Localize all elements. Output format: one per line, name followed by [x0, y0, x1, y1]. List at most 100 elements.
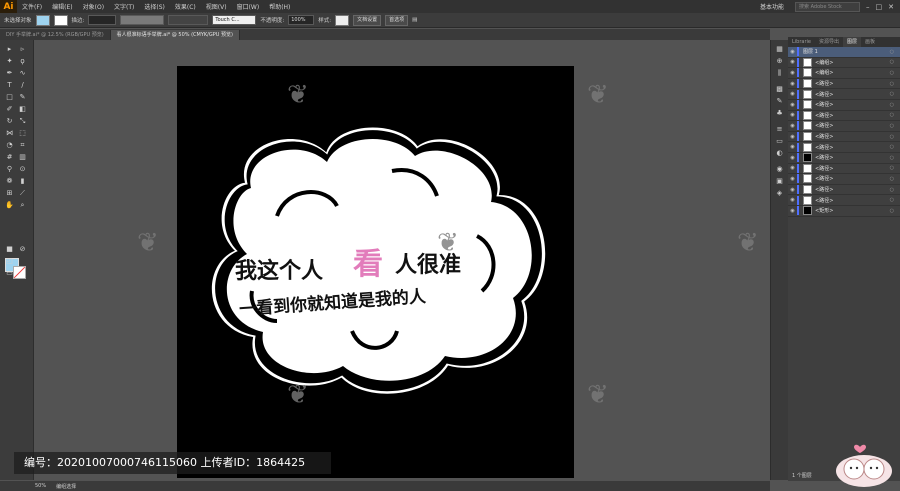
layer-row[interactable]: ◉ <路径> ○	[788, 195, 900, 206]
stroke-weight-field[interactable]	[88, 15, 117, 25]
variable-width-field[interactable]	[120, 15, 165, 25]
visibility-eye-icon[interactable]: ◉	[788, 102, 797, 108]
layer-row[interactable]: ◉ <编组> ○	[788, 57, 900, 69]
zoom-tool-icon[interactable]: ⌕	[17, 200, 28, 210]
rotate-tool-icon[interactable]: ↻	[4, 116, 15, 126]
appearance-icon[interactable]: ◉	[774, 164, 785, 174]
target-icon[interactable]: ○	[890, 102, 894, 108]
swatches-icon[interactable]: ▩	[774, 84, 785, 94]
magic-wand-icon[interactable]: ✦	[4, 56, 15, 66]
scale-tool-icon[interactable]: ⤡	[17, 116, 28, 126]
eyedropper-icon[interactable]: ⚲	[4, 164, 15, 174]
target-icon[interactable]: ○	[890, 187, 894, 193]
width-tool-icon[interactable]: ⋈	[4, 128, 15, 138]
menu-object[interactable]: 对象(O)	[78, 2, 109, 11]
menu-view[interactable]: 视图(V)	[201, 2, 232, 11]
close-icon[interactable]: ✕	[888, 3, 894, 11]
mesh-tool-icon[interactable]: #	[4, 152, 15, 162]
eraser-icon[interactable]: ◧	[17, 104, 28, 114]
rectangle-tool-icon[interactable]: □	[4, 92, 15, 102]
tab-libraries[interactable]: Librarie	[788, 37, 815, 47]
tab-diy-sign[interactable]: DIY 手举牌.ai* @ 12.5% (RGB/GPU 预览)	[0, 30, 111, 40]
target-icon[interactable]: ○	[890, 144, 894, 150]
line-tool-icon[interactable]: /	[17, 80, 28, 90]
shape-builder-icon[interactable]: ◔	[4, 140, 15, 150]
screen-mode-icon[interactable]: ▭	[4, 268, 15, 278]
target-icon[interactable]: ○	[890, 81, 894, 87]
transparency-icon[interactable]: ◐	[774, 148, 785, 158]
document-setup-button[interactable]: 文档设置	[353, 14, 382, 26]
tab-layers[interactable]: 图层	[843, 37, 862, 47]
workspace-switcher[interactable]: 基本功能	[755, 2, 789, 11]
target-icon[interactable]: ○	[890, 112, 894, 118]
menu-help[interactable]: 帮助(H)	[264, 2, 295, 11]
layers-icon[interactable]: ◈	[774, 188, 785, 198]
visibility-eye-icon[interactable]: ◉	[788, 123, 797, 129]
tab-asset-export[interactable]: 资源导出	[815, 37, 843, 47]
target-icon[interactable]: ○	[890, 155, 894, 161]
layer-row[interactable]: ◉ <路径> ○	[788, 153, 900, 164]
direct-selection-tool-icon[interactable]: ▹	[17, 44, 28, 54]
layer-row[interactable]: ◉ <路径> ○	[788, 121, 900, 132]
gradient-icon[interactable]: ▭	[774, 136, 785, 146]
opacity-field[interactable]: 100%	[288, 15, 315, 25]
preferences-button[interactable]: 首选项	[385, 14, 409, 26]
graphic-style-swatch[interactable]	[335, 14, 350, 26]
paintbrush-icon[interactable]: ✎	[17, 92, 28, 102]
pen-tool-icon[interactable]: ✒	[4, 68, 15, 78]
minimize-icon[interactable]: –	[866, 3, 870, 11]
target-icon[interactable]: ○	[890, 165, 894, 171]
tab-artboards[interactable]: 画板	[861, 37, 879, 47]
visibility-eye-icon[interactable]: ◉	[788, 59, 797, 65]
target-icon[interactable]: ○	[890, 123, 894, 129]
transform-icon[interactable]: ⊕	[774, 56, 785, 66]
stroke-icon[interactable]: ≡	[774, 124, 785, 134]
stroke-color-swatch[interactable]	[53, 14, 68, 26]
layer-row[interactable]: ◉ <路径> ○	[788, 163, 900, 175]
visibility-eye-icon[interactable]: ◉	[788, 81, 797, 87]
layer-row[interactable]: ◉ <路径> ○	[788, 110, 900, 122]
layer-row[interactable]: ◉ <路径> ○	[788, 174, 900, 185]
visibility-eye-icon[interactable]: ◉	[788, 187, 797, 193]
layer-row[interactable]: ◉ <路径> ○	[788, 185, 900, 196]
layer-row[interactable]: ◉ <编组> ○	[788, 68, 900, 79]
layer-row[interactable]: ◉ <路径> ○	[788, 142, 900, 153]
arrange-icon[interactable]: ▤	[412, 17, 417, 23]
none-mode-icon[interactable]: ⊘	[17, 244, 28, 254]
artboard[interactable]: 我这个人 看 人很准 一看到你就知道是我的人	[177, 66, 574, 478]
layer-row[interactable]: ◉ <路径> ○	[788, 79, 900, 90]
color-mode-icon[interactable]: ■	[4, 244, 15, 254]
perspective-grid-icon[interactable]: ⌗	[17, 140, 28, 150]
slice-tool-icon[interactable]: ⟋	[17, 188, 28, 198]
menu-effect[interactable]: 效果(C)	[170, 2, 201, 11]
menu-file[interactable]: 文件(F)	[17, 2, 47, 11]
free-transform-icon[interactable]: ⬚	[17, 128, 28, 138]
symbols-icon[interactable]: ♣	[774, 108, 785, 118]
align-icon[interactable]: ⫼	[774, 68, 785, 78]
graphic-styles-icon[interactable]: ▣	[774, 176, 785, 186]
curvature-tool-icon[interactable]: ∿	[17, 68, 28, 78]
target-icon[interactable]: ○	[890, 49, 894, 55]
properties-icon[interactable]: ▦	[774, 44, 785, 54]
graph-tool-icon[interactable]: ▮	[17, 176, 28, 186]
visibility-eye-icon[interactable]: ◉	[788, 134, 797, 140]
gradient-tool-icon[interactable]: ▥	[17, 152, 28, 162]
visibility-eye-icon[interactable]: ◉	[788, 49, 797, 55]
visibility-eye-icon[interactable]: ◉	[788, 144, 797, 150]
draw-mode-icon[interactable]: ◰	[4, 256, 15, 266]
visibility-eye-icon[interactable]: ◉	[788, 208, 797, 214]
visibility-eye-icon[interactable]: ◉	[788, 112, 797, 118]
symbol-sprayer-icon[interactable]: ❁	[4, 176, 15, 186]
lasso-icon[interactable]: ϙ	[17, 56, 28, 66]
brush-field[interactable]	[168, 15, 209, 25]
menu-type[interactable]: 文字(T)	[109, 2, 139, 11]
maximize-icon[interactable]: □	[876, 3, 883, 11]
menu-window[interactable]: 窗口(W)	[232, 2, 265, 11]
visibility-eye-icon[interactable]: ◉	[788, 70, 797, 76]
stock-search-input[interactable]: 搜索 Adobe Stock	[795, 1, 860, 12]
zoom-level[interactable]: 50%	[35, 483, 46, 489]
target-icon[interactable]: ○	[890, 59, 894, 65]
target-icon[interactable]: ○	[890, 197, 894, 203]
layer-row[interactable]: ◉ <路径> ○	[788, 100, 900, 111]
tab-active-document[interactable]: 看人很准标语手举牌.ai* @ 50% (CMYK/GPU 预览)	[110, 30, 240, 40]
